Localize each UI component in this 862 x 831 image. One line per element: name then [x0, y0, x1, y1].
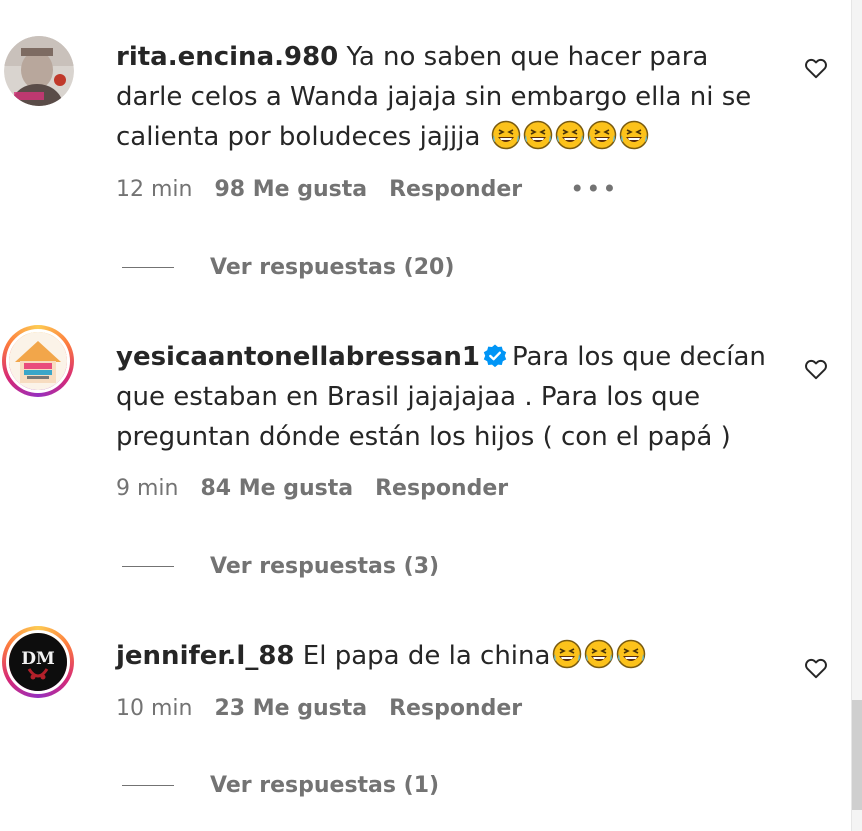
grinning-squinting-face-icon	[619, 120, 648, 150]
heart-icon[interactable]	[803, 655, 829, 681]
comment-time[interactable]: 10 min	[116, 696, 192, 721]
scrollbar[interactable]	[851, 0, 862, 831]
comment-username[interactable]: yesicaantonellabressan1	[116, 342, 480, 372]
grinning-squinting-face-icon	[587, 120, 616, 150]
comments-panel: rita.encina.980 Ya no saben que hacer pa…	[0, 0, 852, 831]
divider-line	[122, 785, 174, 786]
heart-icon[interactable]	[803, 356, 829, 382]
comment-time[interactable]: 12 min	[116, 177, 192, 202]
comment-username[interactable]: jennifer.l_88	[116, 641, 295, 671]
svg-text:DM: DM	[21, 649, 55, 669]
reply-button[interactable]: Responder	[389, 696, 522, 721]
likes-count[interactable]: 23 Me gusta	[214, 696, 367, 721]
view-replies-label: Ver respuestas (20)	[210, 255, 455, 280]
avatar[interactable]	[4, 36, 74, 106]
avatar[interactable]: DM	[2, 626, 74, 698]
comment-meta: 10 min 23 Me gusta Responder	[116, 696, 522, 721]
divider-line	[122, 267, 174, 268]
view-replies-button[interactable]: Ver respuestas (20)	[122, 255, 454, 280]
divider-line	[122, 566, 174, 567]
emoji-group	[550, 639, 646, 671]
heart-icon[interactable]	[803, 55, 829, 81]
grinning-squinting-face-icon	[617, 639, 646, 669]
avatar[interactable]	[2, 325, 74, 397]
avatar-image	[6, 329, 70, 393]
avatar-image	[4, 36, 74, 106]
comment-body: yesicaantonellabressan1 Para los que decí…	[116, 337, 776, 457]
likes-count[interactable]: 98 Me gusta	[214, 177, 367, 202]
grinning-squinting-face-icon	[553, 639, 582, 669]
grinning-squinting-face-icon	[523, 120, 552, 150]
grinning-squinting-face-icon	[555, 120, 584, 150]
comment-time[interactable]: 9 min	[116, 476, 178, 501]
view-replies-label: Ver respuestas (1)	[210, 773, 440, 798]
avatar-image: DM	[6, 630, 70, 694]
grinning-squinting-face-icon	[585, 639, 614, 669]
more-options-icon[interactable]: •••	[570, 175, 618, 203]
grinning-squinting-face-icon	[491, 120, 520, 150]
comment-text: El papa de la china	[302, 641, 551, 671]
view-replies-label: Ver respuestas (3)	[210, 554, 440, 579]
scrollbar-thumb[interactable]	[852, 700, 862, 810]
view-replies-button[interactable]: Ver respuestas (3)	[122, 554, 439, 579]
likes-count[interactable]: 84 Me gusta	[200, 476, 353, 501]
comment-body: jennifer.l_88 El papa de la china	[116, 636, 776, 676]
emoji-group	[480, 120, 648, 152]
verified-badge-icon	[483, 344, 507, 368]
comment-body: rita.encina.980 Ya no saben que hacer pa…	[116, 37, 776, 157]
comment-meta: 12 min 98 Me gusta Responder •••	[116, 175, 619, 203]
comment-meta: 9 min 84 Me gusta Responder	[116, 476, 508, 501]
view-replies-button[interactable]: Ver respuestas (1)	[122, 773, 439, 798]
reply-button[interactable]: Responder	[375, 476, 508, 501]
reply-button[interactable]: Responder	[389, 177, 522, 202]
comment-username[interactable]: rita.encina.980	[116, 42, 338, 72]
